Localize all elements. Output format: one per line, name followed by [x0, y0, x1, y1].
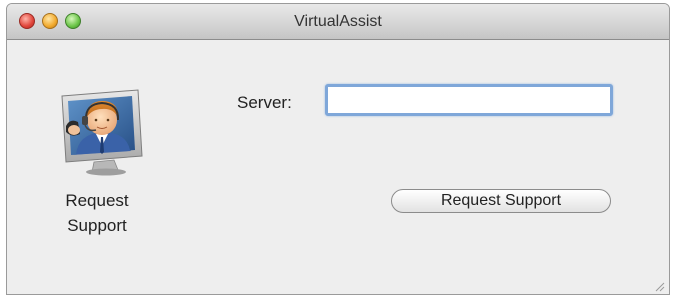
server-label: Server:: [237, 93, 292, 112]
title-bar[interactable]: VirtualAssist: [7, 4, 669, 40]
request-support-caption: Request Support: [41, 188, 153, 238]
support-agent-icon: [61, 89, 143, 176]
app-window: VirtualAssist Request Support Server: Re…: [6, 3, 670, 295]
server-input[interactable]: [325, 84, 613, 116]
request-support-button[interactable]: Request Support: [391, 189, 611, 213]
window-title: VirtualAssist: [294, 13, 382, 30]
window-content: Request Support Server: Request Support: [7, 40, 669, 294]
caption-line-2: Support: [67, 216, 127, 235]
caption-line-1: Request: [65, 191, 129, 210]
resize-grip-icon[interactable]: [653, 280, 665, 292]
